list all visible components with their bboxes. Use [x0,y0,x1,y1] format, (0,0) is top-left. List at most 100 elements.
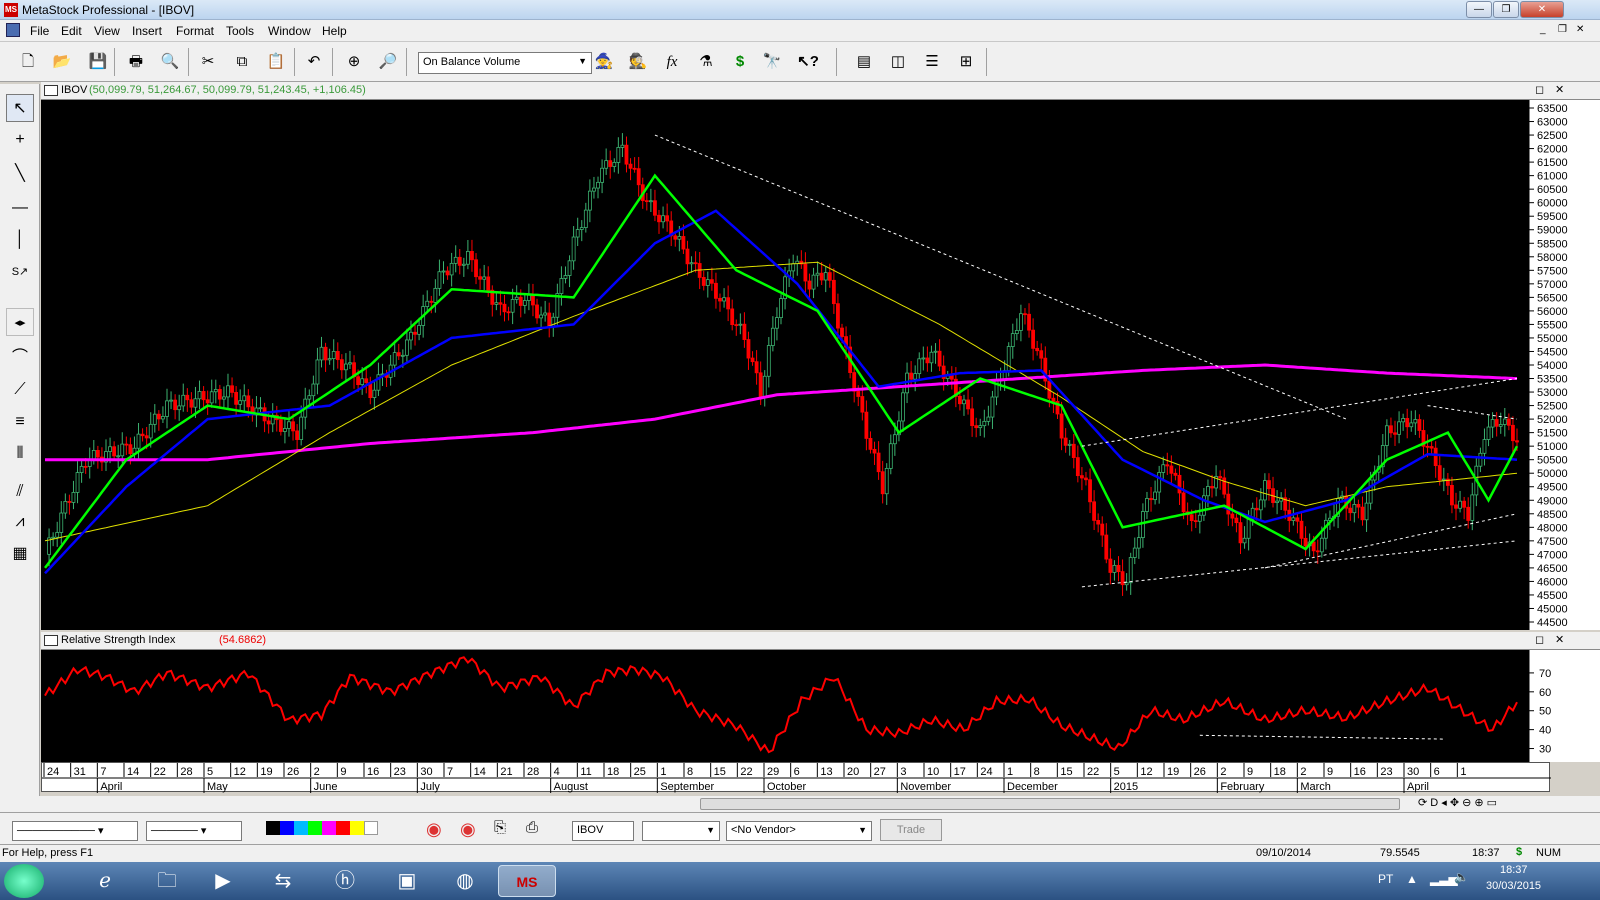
candle-body [1486,426,1491,440]
scroll-thumb[interactable] [700,798,1400,810]
clock-date[interactable]: 30/03/2015 [1486,880,1541,892]
media-player-icon[interactable]: ▶ [194,865,252,897]
candle-body [1161,464,1166,473]
color-palette[interactable] [266,821,392,841]
pane-close-icon[interactable]: ✕ [1555,633,1564,646]
network-icon[interactable]: ⇆ [254,865,312,897]
minimize-button[interactable]: — [1466,1,1492,18]
menu-edit[interactable]: Edit [61,24,82,38]
document-icon[interactable] [6,23,20,37]
indicator-select[interactable]: On Balance Volume ▼ [418,52,592,74]
crosshair-icon[interactable]: ⊕ [342,50,366,74]
horizontal-line-icon[interactable]: — [6,194,34,222]
scroll-controls-icon[interactable]: ⟳ D ◂ ✥ ⊖ ⊕ ▭ [1418,796,1497,809]
browser-icon[interactable]: ◉ [426,819,442,840]
chart-icon[interactable]: ⎙ [526,819,538,836]
candle-body [754,361,759,374]
price-tick-label: 54000 [1537,360,1568,372]
line-weight-select[interactable]: ────── ▾ [146,821,242,841]
candle-body [587,190,592,211]
explorer-folder-icon[interactable]: 🗀 [138,865,196,897]
candle-body [937,350,942,367]
help-icon[interactable]: ↖? [796,50,820,74]
cycle-icon[interactable]: ⌒ [6,344,34,372]
layout-2-icon[interactable]: ◫ [886,50,910,74]
news-icon[interactable]: ⎘ [494,819,506,836]
save-icon[interactable]: 💾 [86,50,110,74]
menu-window[interactable]: Window [268,24,311,38]
time-zones-icon[interactable]: ⦀ [6,440,34,468]
binoculars-icon[interactable]: 🔭 [760,50,784,74]
menu-format[interactable]: Format [176,24,214,38]
maximize-button[interactable]: ❐ [1493,1,1519,18]
undo-icon[interactable]: ↶ [302,50,326,74]
mdi-minimize-icon[interactable]: _ [1540,24,1546,35]
menu-view[interactable]: View [94,24,120,38]
grid-icon[interactable]: ▦ [6,540,34,568]
layout-3-icon[interactable]: ☰ [920,50,944,74]
candle-body [1478,452,1483,467]
layout-4-icon[interactable]: ⊞ [954,50,978,74]
dollar-icon[interactable]: $ [728,50,752,74]
paste-icon[interactable]: 📋 [264,50,288,74]
candle-body [1145,498,1149,512]
date-day-label: 30 [420,766,432,778]
language-indicator[interactable]: PT [1378,872,1393,886]
cut-icon[interactable]: ✂ [196,50,220,74]
horizontal-scrollbar[interactable]: ⟳ D ◂ ✥ ⊖ ⊕ ▭ [0,796,1600,812]
mdi-close-icon[interactable]: ✕ [1576,24,1584,35]
clock-time[interactable]: 18:37 [1500,864,1528,876]
price-tick-label: 56500 [1537,292,1568,304]
close-button[interactable]: ✕ [1520,1,1564,18]
zoom-icon[interactable]: 🔎 [376,50,400,74]
copy-icon[interactable]: ⧉ [230,50,254,74]
files-icon[interactable]: ▣ [378,865,436,897]
pane-maximize-icon[interactable]: ◻ [1535,83,1544,96]
metastock-task[interactable]: MS [498,865,556,897]
explorer-icon[interactable]: 🕵 [626,50,650,74]
expert-icon[interactable]: 🧙 [592,50,616,74]
menu-file[interactable]: File [30,24,49,38]
channel-icon[interactable]: ⫽ [6,478,34,506]
crosshair-tool-icon[interactable]: + [6,126,34,154]
hp-icon[interactable]: ⓗ [316,865,374,897]
fibonacci-retracement-icon[interactable]: ≡ [6,408,34,436]
open-icon[interactable]: 📂 [50,50,74,74]
new-icon[interactable]: 🗋 [16,50,40,74]
trade-button[interactable]: Trade [880,819,942,841]
print-preview-icon[interactable]: 🔍 [158,50,182,74]
fibonacci-fan-icon[interactable]: ⟋ [6,376,34,404]
tray-arrow-icon[interactable]: ▲ [1406,872,1418,886]
price-chart[interactable]: 44500 4500045500 4600046500 4700047500 48000… [41,100,1600,630]
layout-1-icon[interactable]: ▤ [852,50,876,74]
symbol-input[interactable]: IBOV [572,821,634,841]
candle-body [791,263,796,272]
menu-help[interactable]: Help [322,24,347,38]
vendor-select[interactable]: <No Vendor> ▼ [726,821,872,841]
scroll-icon[interactable]: ◂▸ [6,308,34,336]
period-select[interactable]: ▼ [642,821,720,841]
menu-tools[interactable]: Tools [226,24,254,38]
menu-insert[interactable]: Insert [132,24,162,38]
date-day-label: 17 [954,766,966,778]
candle-body [63,501,68,514]
line-style-select[interactable]: ────────── ▾ [12,821,138,841]
pane-maximize-icon[interactable]: ◻ [1535,633,1544,646]
system-tester-icon[interactable]: ⚗ [694,50,718,74]
rsi-chart[interactable]: 30 40 50 60 70 [41,650,1600,762]
price-tick-label: 59500 [1537,211,1568,223]
start-button[interactable] [4,864,44,898]
trendline-icon[interactable]: ╲ [6,160,34,188]
gann-fan-icon[interactable]: ⩘ [6,508,34,536]
browser-2-icon[interactable]: ◉ [460,819,476,840]
pane-close-icon[interactable]: ✕ [1555,83,1564,96]
formula-icon[interactable]: fx [660,50,684,74]
print-icon[interactable]: 🖶 [124,50,148,74]
speaker-icon[interactable]: 🔈 [1454,870,1469,884]
vertical-line-icon[interactable]: │ [6,226,34,254]
speed-line-icon[interactable]: S↗ [6,258,34,286]
mdi-restore-icon[interactable]: ❐ [1558,24,1567,35]
pointer-icon[interactable]: ↖ [6,94,34,122]
ie-icon[interactable]: ℯ [76,865,134,897]
chrome-icon[interactable]: ◍ [436,865,494,897]
